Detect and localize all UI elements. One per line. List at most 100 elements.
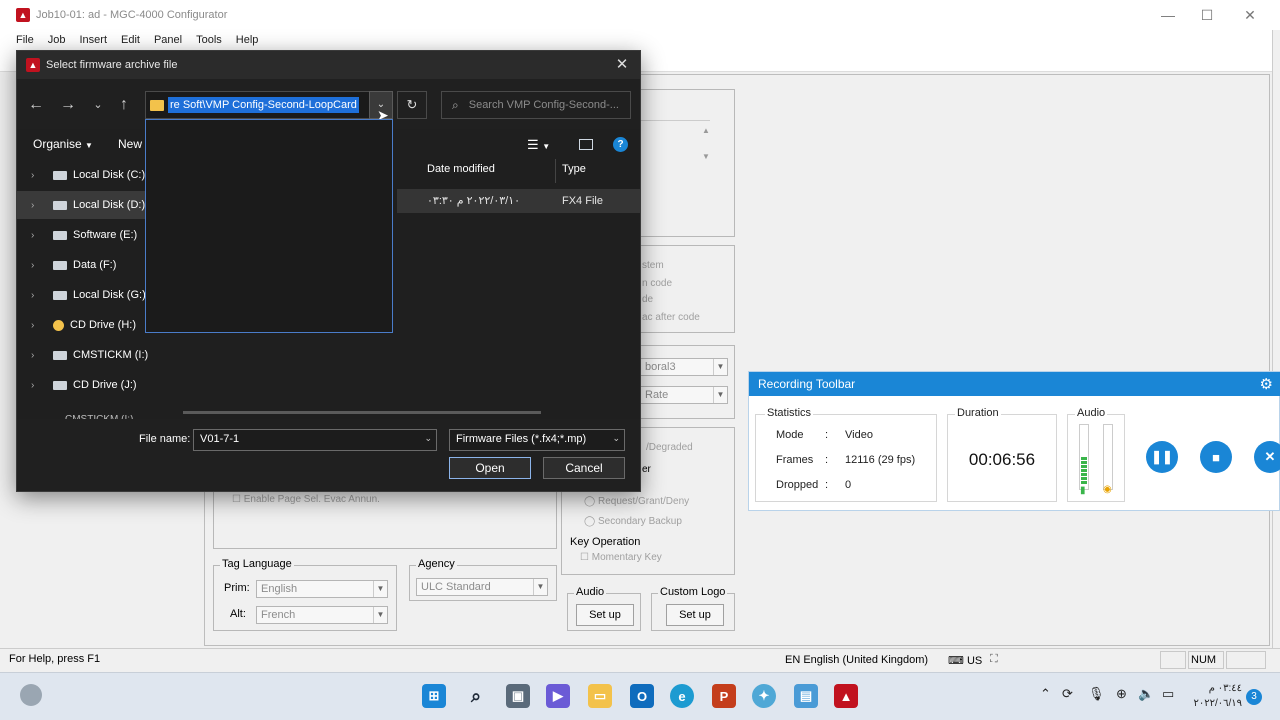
- gear-icon[interactable]: ⚙: [1260, 375, 1273, 393]
- secondary-backup-radio[interactable]: ◯ Secondary Backup: [584, 516, 682, 527]
- keyboard-indicator[interactable]: ⌨ US: [948, 654, 982, 667]
- recording-toolbar: Recording Toolbar ⚙ Statistics Mode : Vi…: [748, 371, 1280, 511]
- task-view-icon[interactable]: ▣: [506, 684, 530, 708]
- nav-item-cmstickm-i[interactable]: › CMSTICKM (I:): [17, 341, 167, 369]
- volume-icon[interactable]: 🔈: [1138, 686, 1154, 702]
- menu-insert[interactable]: Insert: [79, 34, 107, 46]
- prim-language-select[interactable]: English ▼: [256, 580, 388, 598]
- momentary-key-checkbox[interactable]: ☐ Momentary Key: [580, 552, 662, 563]
- menu-panel[interactable]: Panel: [154, 34, 182, 46]
- search-icon[interactable]: ⌕: [464, 684, 488, 708]
- statistics-label: Statistics: [765, 407, 814, 419]
- stop-button[interactable]: ■: [1200, 441, 1232, 473]
- notification-badge[interactable]: 3: [1246, 689, 1262, 705]
- speaker-icon[interactable]: ◉: [1103, 484, 1112, 495]
- back-arrow-icon[interactable]: ←: [25, 95, 47, 115]
- file-explorer-icon[interactable]: ▭: [588, 684, 612, 708]
- nav-item-cd-drive-j[interactable]: › CD Drive (J:): [17, 371, 167, 399]
- layout-switch-icon[interactable]: ⛶: [990, 653, 998, 666]
- folder-icon: [150, 99, 164, 111]
- sync-icon[interactable]: ⟳: [1062, 686, 1073, 702]
- configurator-app-icon[interactable]: ▲: [834, 684, 858, 708]
- view-options-icon[interactable]: ☰ ▼: [527, 137, 550, 153]
- chat-icon[interactable]: ▶: [546, 684, 570, 708]
- rate-combo[interactable]: Rate ▼: [640, 386, 728, 404]
- cd-icon: [53, 319, 64, 331]
- network-app-icon[interactable]: ✦: [752, 684, 776, 708]
- remote-desktop-icon[interactable]: ▤: [794, 684, 818, 708]
- microphone-icon[interactable]: 🎙: [1088, 686, 1105, 702]
- maximize-icon[interactable]: ☐: [1184, 0, 1230, 30]
- horizontal-scrollbar[interactable]: [183, 411, 541, 414]
- menu-file[interactable]: File: [16, 34, 34, 46]
- start-icon[interactable]: ⊞: [422, 684, 446, 708]
- battery-icon[interactable]: ▭: [1162, 686, 1174, 702]
- forward-arrow-icon[interactable]: →: [57, 95, 79, 115]
- recording-toolbar-header[interactable]: Recording Toolbar: [749, 372, 1280, 396]
- file-type-filter[interactable]: Firmware Files (*.fx4;*.mp) ⌄: [449, 429, 625, 451]
- open-button[interactable]: Open: [449, 457, 531, 479]
- file-dialog: ▲ Select firmware archive file ✕ ← → ⌄ ↑…: [16, 50, 641, 492]
- dialog-app-icon: ▲: [26, 58, 40, 72]
- globe-icon[interactable]: ⊕: [1116, 686, 1127, 702]
- alt-language-select[interactable]: French ▼: [256, 606, 388, 624]
- scroll-up-icon[interactable]: ▲: [702, 126, 710, 135]
- status-pane: [1226, 651, 1266, 669]
- search-placeholder: Search VMP Config-Second-...: [468, 99, 619, 111]
- organise-button[interactable]: Organise ▼: [33, 137, 93, 151]
- chevron-up-icon[interactable]: ⌃: [1040, 686, 1051, 702]
- app-logo-icon: ▲: [16, 8, 30, 22]
- close-icon[interactable]: ✕: [1227, 0, 1273, 30]
- app-title-bar: ▲ Job10-01: ad - MGC-4000 Configurator: [0, 0, 1280, 30]
- menu-job[interactable]: Job: [48, 34, 66, 46]
- help-text: For Help, press F1: [9, 653, 101, 665]
- cancel-button[interactable]: Cancel: [543, 457, 625, 479]
- column-date-modified[interactable]: Date modified: [427, 163, 495, 175]
- clock-date[interactable]: ٢٠٢٢/٠٦/١٩: [1188, 698, 1242, 709]
- weather-icon[interactable]: [20, 684, 42, 706]
- address-dropdown-panel: [145, 119, 393, 333]
- mic-level-meter: [1079, 424, 1089, 490]
- duration-value: 00:06:56: [968, 450, 1036, 469]
- microphone-icon[interactable]: ▮: [1080, 485, 1086, 496]
- audio-setup-button[interactable]: Set up: [576, 604, 634, 626]
- recent-locations-chevron-icon[interactable]: ⌄: [87, 95, 109, 115]
- tag-language-label: Tag Language: [220, 558, 294, 570]
- language-indicator[interactable]: EN English (United Kingdom): [785, 654, 928, 666]
- options-group: ▲ ▼: [637, 89, 735, 237]
- app-title: Job10-01: ad - MGC-4000 Configurator: [36, 9, 228, 21]
- request-radio[interactable]: ◯ Request/Grant/Deny: [584, 496, 689, 507]
- system-drive-icon: [53, 170, 67, 180]
- audio-meter-box: [1067, 414, 1125, 502]
- menu-edit[interactable]: Edit: [121, 34, 140, 46]
- file-name-input[interactable]: V01-7-1 ⌄: [193, 429, 437, 451]
- dialog-close-icon[interactable]: ✕: [612, 55, 632, 75]
- search-box[interactable]: ⌕ Search VMP Config-Second-...: [441, 91, 631, 119]
- address-path-text[interactable]: re Soft\VMP Config-Second-LoopCard: [168, 97, 359, 113]
- option-text: stem: [642, 260, 664, 271]
- close-recording-button[interactable]: ✕: [1254, 441, 1280, 473]
- custom-logo-setup-button[interactable]: Set up: [666, 604, 724, 626]
- preview-pane-icon[interactable]: [579, 139, 593, 150]
- num-lock-indicator: NUM: [1188, 651, 1224, 669]
- degraded-text: /Degraded: [646, 442, 693, 453]
- audio-label: Audio: [574, 586, 607, 598]
- powerpoint-icon[interactable]: P: [712, 684, 736, 708]
- help-icon[interactable]: ?: [613, 137, 628, 152]
- menu-tools[interactable]: Tools: [196, 34, 222, 46]
- clock-time[interactable]: ٠٣:٤٤ م: [1192, 683, 1242, 694]
- stat-value: Video: [845, 429, 873, 441]
- agency-label: Agency: [416, 558, 457, 570]
- address-bar[interactable]: re Soft\VMP Config-Second-LoopCard: [145, 91, 391, 119]
- outlook-icon[interactable]: O: [630, 684, 654, 708]
- edge-icon[interactable]: e: [670, 684, 694, 708]
- select-combo[interactable]: boral3 ▼: [640, 358, 728, 376]
- column-type[interactable]: Type: [562, 163, 586, 175]
- pause-button[interactable]: ❚❚: [1146, 441, 1178, 473]
- scroll-down-icon[interactable]: ▼: [702, 152, 710, 161]
- menu-help[interactable]: Help: [236, 34, 259, 46]
- enable-page-checkbox[interactable]: ☐ Enable Page Sel. Evac Annun.: [232, 494, 380, 505]
- refresh-icon[interactable]: ↻: [397, 91, 427, 119]
- up-arrow-icon[interactable]: ↑: [113, 95, 135, 115]
- agency-select[interactable]: ULC Standard ▼: [416, 578, 548, 596]
